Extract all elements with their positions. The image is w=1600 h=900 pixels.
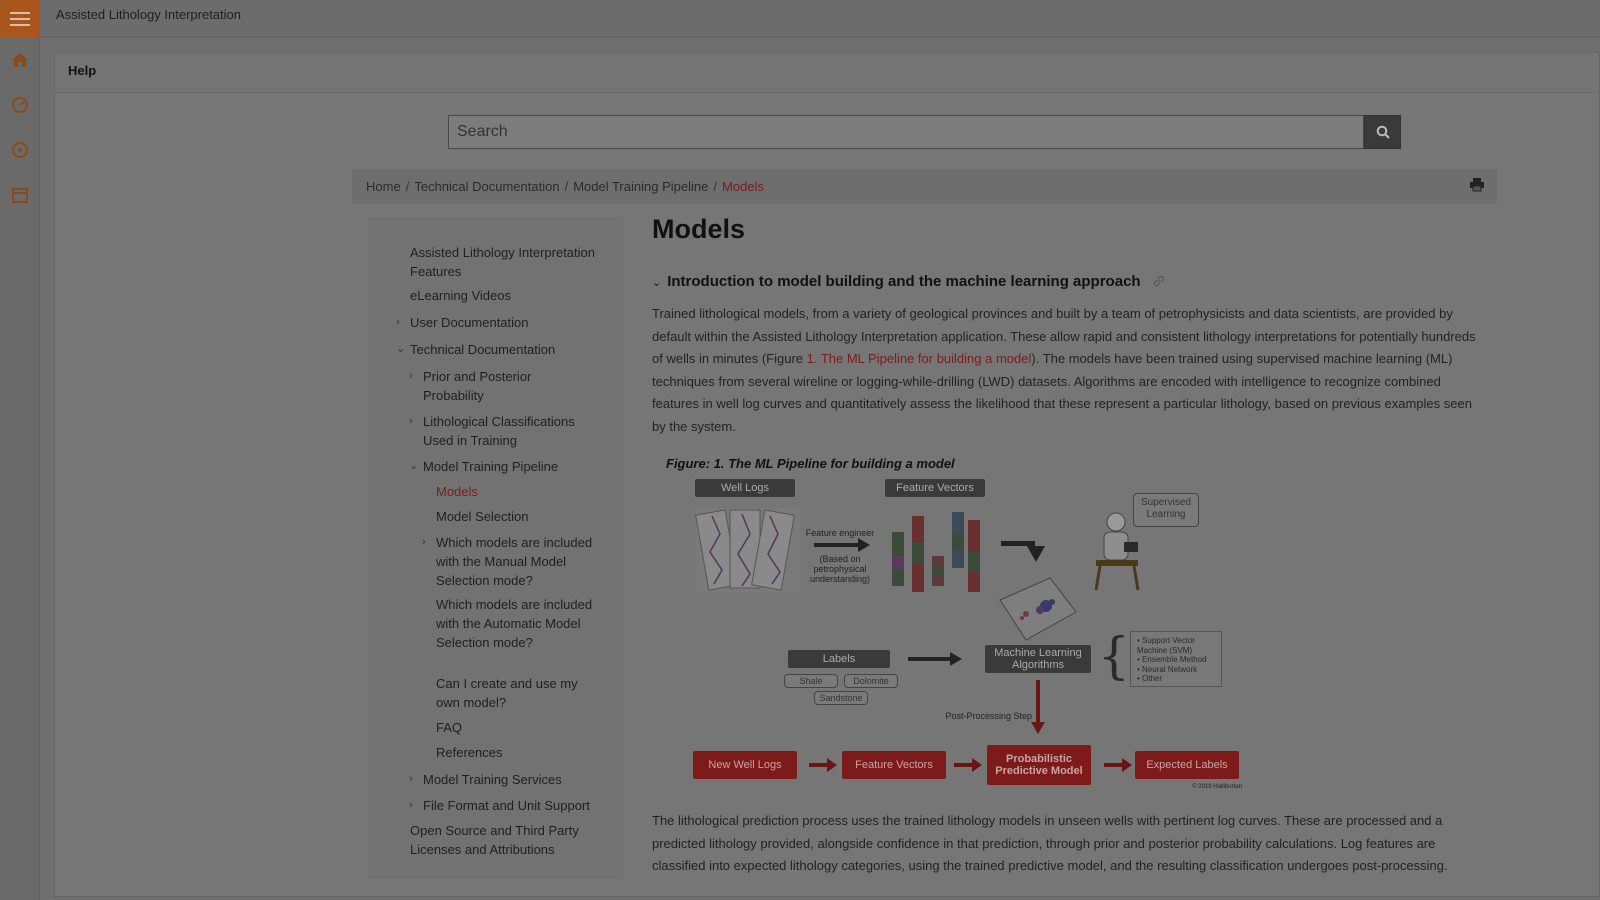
scatter-plane-illustration (999, 577, 1077, 641)
chevron-right-icon: › (409, 415, 413, 427)
help-circle-icon (12, 142, 28, 158)
figure-link[interactable]: 1. The ML Pipeline for building a model (807, 351, 1032, 366)
toc-item-references[interactable]: References (436, 743, 502, 762)
chevron-right-icon: › (409, 370, 413, 382)
breadcrumb-home[interactable]: Home (366, 179, 401, 194)
fig-label-shale: Shale (784, 674, 838, 688)
fig-labels: Labels (788, 650, 890, 668)
chevron-right-icon: › (409, 799, 413, 811)
toc-item-elearning-videos[interactable]: eLearning Videos (410, 286, 511, 305)
chevron-down-icon: ⌄ (652, 277, 662, 289)
chevron-down-icon: ⌄ (396, 343, 406, 355)
toc-item-user-documentation[interactable]: › User Documentation (396, 313, 529, 332)
toc-item-open-source[interactable]: Open Source and Third Party Licenses and… (410, 821, 600, 859)
toc-item-model-training-services[interactable]: › Model Training Services (409, 770, 562, 789)
page-title: Models (652, 214, 746, 244)
arrow-down-icon (1031, 680, 1045, 734)
fig-algorithm-list: • Support Vector Machine (SVM) • Ensembl… (1130, 631, 1222, 687)
toc-item-prior-posterior[interactable]: › Prior and Posterior Probability (409, 367, 573, 405)
print-button[interactable] (1469, 178, 1485, 195)
fig-well-logs: Well Logs (695, 479, 795, 497)
menu-button[interactable] (0, 0, 40, 38)
toc-item-ali-features[interactable]: Assisted Lithology Interpretation Featur… (410, 243, 600, 281)
chevron-right-icon: › (409, 773, 413, 785)
fig-ml-algorithms: Machine Learning Algorithms (985, 645, 1091, 673)
fig-expected-labels: Expected Labels (1135, 751, 1239, 779)
fig-new-well-logs: New Well Logs (693, 751, 797, 779)
calendar-icon (12, 188, 28, 203)
fig-post-processing: Post-Processing Step (945, 711, 1032, 721)
toc-item-models[interactable]: Models (436, 482, 478, 501)
panel-title: Help (55, 53, 1599, 93)
fig-label-dolomite: Dolomite (844, 674, 898, 688)
fig-supervised-learning: Supervised Learning (1133, 493, 1199, 527)
prediction-paragraph: The lithological prediction process uses… (652, 813, 1448, 873)
feature-vectors-illustration (892, 512, 980, 592)
fig-copyright: © 2019 Halliburton (1192, 784, 1242, 790)
toc-item-create-own-model[interactable]: Can I create and use my own model? (436, 674, 596, 712)
dashboard-button[interactable] (4, 89, 36, 121)
toc-item-model-training-pipeline[interactable]: ⌄ Model Training Pipeline (409, 457, 558, 476)
toc-item-lithological-classifications[interactable]: › Lithological Classifications Used in Tr… (409, 412, 598, 450)
toc-item-model-selection[interactable]: Model Selection (436, 507, 529, 526)
toc-item-automatic-model-selection[interactable]: Which models are included with the Autom… (436, 595, 601, 652)
search-bar (448, 115, 1401, 149)
fig-algo-svm: • Support Vector Machine (SVM) (1137, 636, 1195, 655)
help-button[interactable] (4, 134, 36, 166)
breadcrumb-models: Models (721, 179, 764, 194)
arrow-right-icon (814, 538, 870, 552)
speedometer-icon (12, 97, 28, 113)
toc-item-file-format[interactable]: › File Format and Unit Support (409, 796, 590, 815)
toc-item-manual-model-selection[interactable]: › Which models are included with the Manu… (422, 533, 596, 590)
well-logs-illustration (695, 508, 800, 592)
search-input[interactable] (448, 115, 1364, 149)
brace-icon: { (1098, 627, 1130, 685)
arrow-right-icon (809, 758, 837, 772)
search-button[interactable] (1364, 115, 1401, 149)
print-icon (1470, 178, 1484, 192)
fig-feature-vectors-top: Feature Vectors (885, 479, 985, 497)
calendar-button[interactable] (4, 179, 36, 211)
arrow-right-icon (908, 652, 962, 666)
breadcrumb-technical-documentation[interactable]: Technical Documentation (414, 179, 559, 194)
chevron-down-icon: ⌄ (409, 460, 419, 472)
arrow-down-right-icon (1001, 541, 1045, 562)
left-rail (0, 38, 40, 900)
search-icon (1376, 125, 1390, 139)
toc-item-technical-documentation[interactable]: ⌄ Technical Documentation (396, 340, 555, 359)
fig-algo-other: • Other (1137, 674, 1163, 683)
chevron-right-icon: › (422, 536, 426, 548)
intro-paragraph: Trained lithological models, from a vari… (652, 306, 1476, 434)
arrow-right-icon (1104, 758, 1132, 772)
fig-predictive-model: Probabilistic Predictive Model (987, 745, 1091, 785)
arrow-right-icon (954, 758, 982, 772)
top-bar: Assisted Lithology Interpretation (0, 0, 1600, 38)
app-title: Assisted Lithology Interpretation (56, 7, 241, 22)
home-button[interactable] (4, 44, 36, 76)
fig-feature-engineer: Feature engineer (805, 528, 875, 538)
fig-label-sandstone: Sandstone (814, 691, 868, 705)
fig-algo-neural: • Neural Network (1137, 664, 1198, 674)
chevron-right-icon: › (396, 316, 400, 328)
home-icon (12, 53, 28, 67)
fig-feature-engineer-note: (Based on petrophysical understanding) (809, 554, 871, 584)
toc-sidebar: Assisted Lithology Interpretation Featur… (368, 217, 623, 879)
fig-feature-vectors-bottom: Feature Vectors (842, 751, 946, 779)
ml-pipeline-figure: Well Logs Feature Vectors Feature engine… (692, 478, 1242, 798)
section-heading[interactable]: ⌄ Introduction to model building and the … (652, 273, 1165, 290)
figure-caption: Figure: 1. The ML Pipeline for building … (666, 456, 955, 471)
fig-algo-ensemble: • Ensemble Method (1137, 655, 1207, 664)
toc-item-faq[interactable]: FAQ (436, 718, 462, 737)
breadcrumb-model-training-pipeline[interactable]: Model Training Pipeline (573, 179, 708, 194)
breadcrumb: Home / Technical Documentation / Model Tra… (352, 169, 1497, 204)
hamburger-icon (10, 12, 30, 26)
link-icon[interactable] (1153, 275, 1165, 287)
